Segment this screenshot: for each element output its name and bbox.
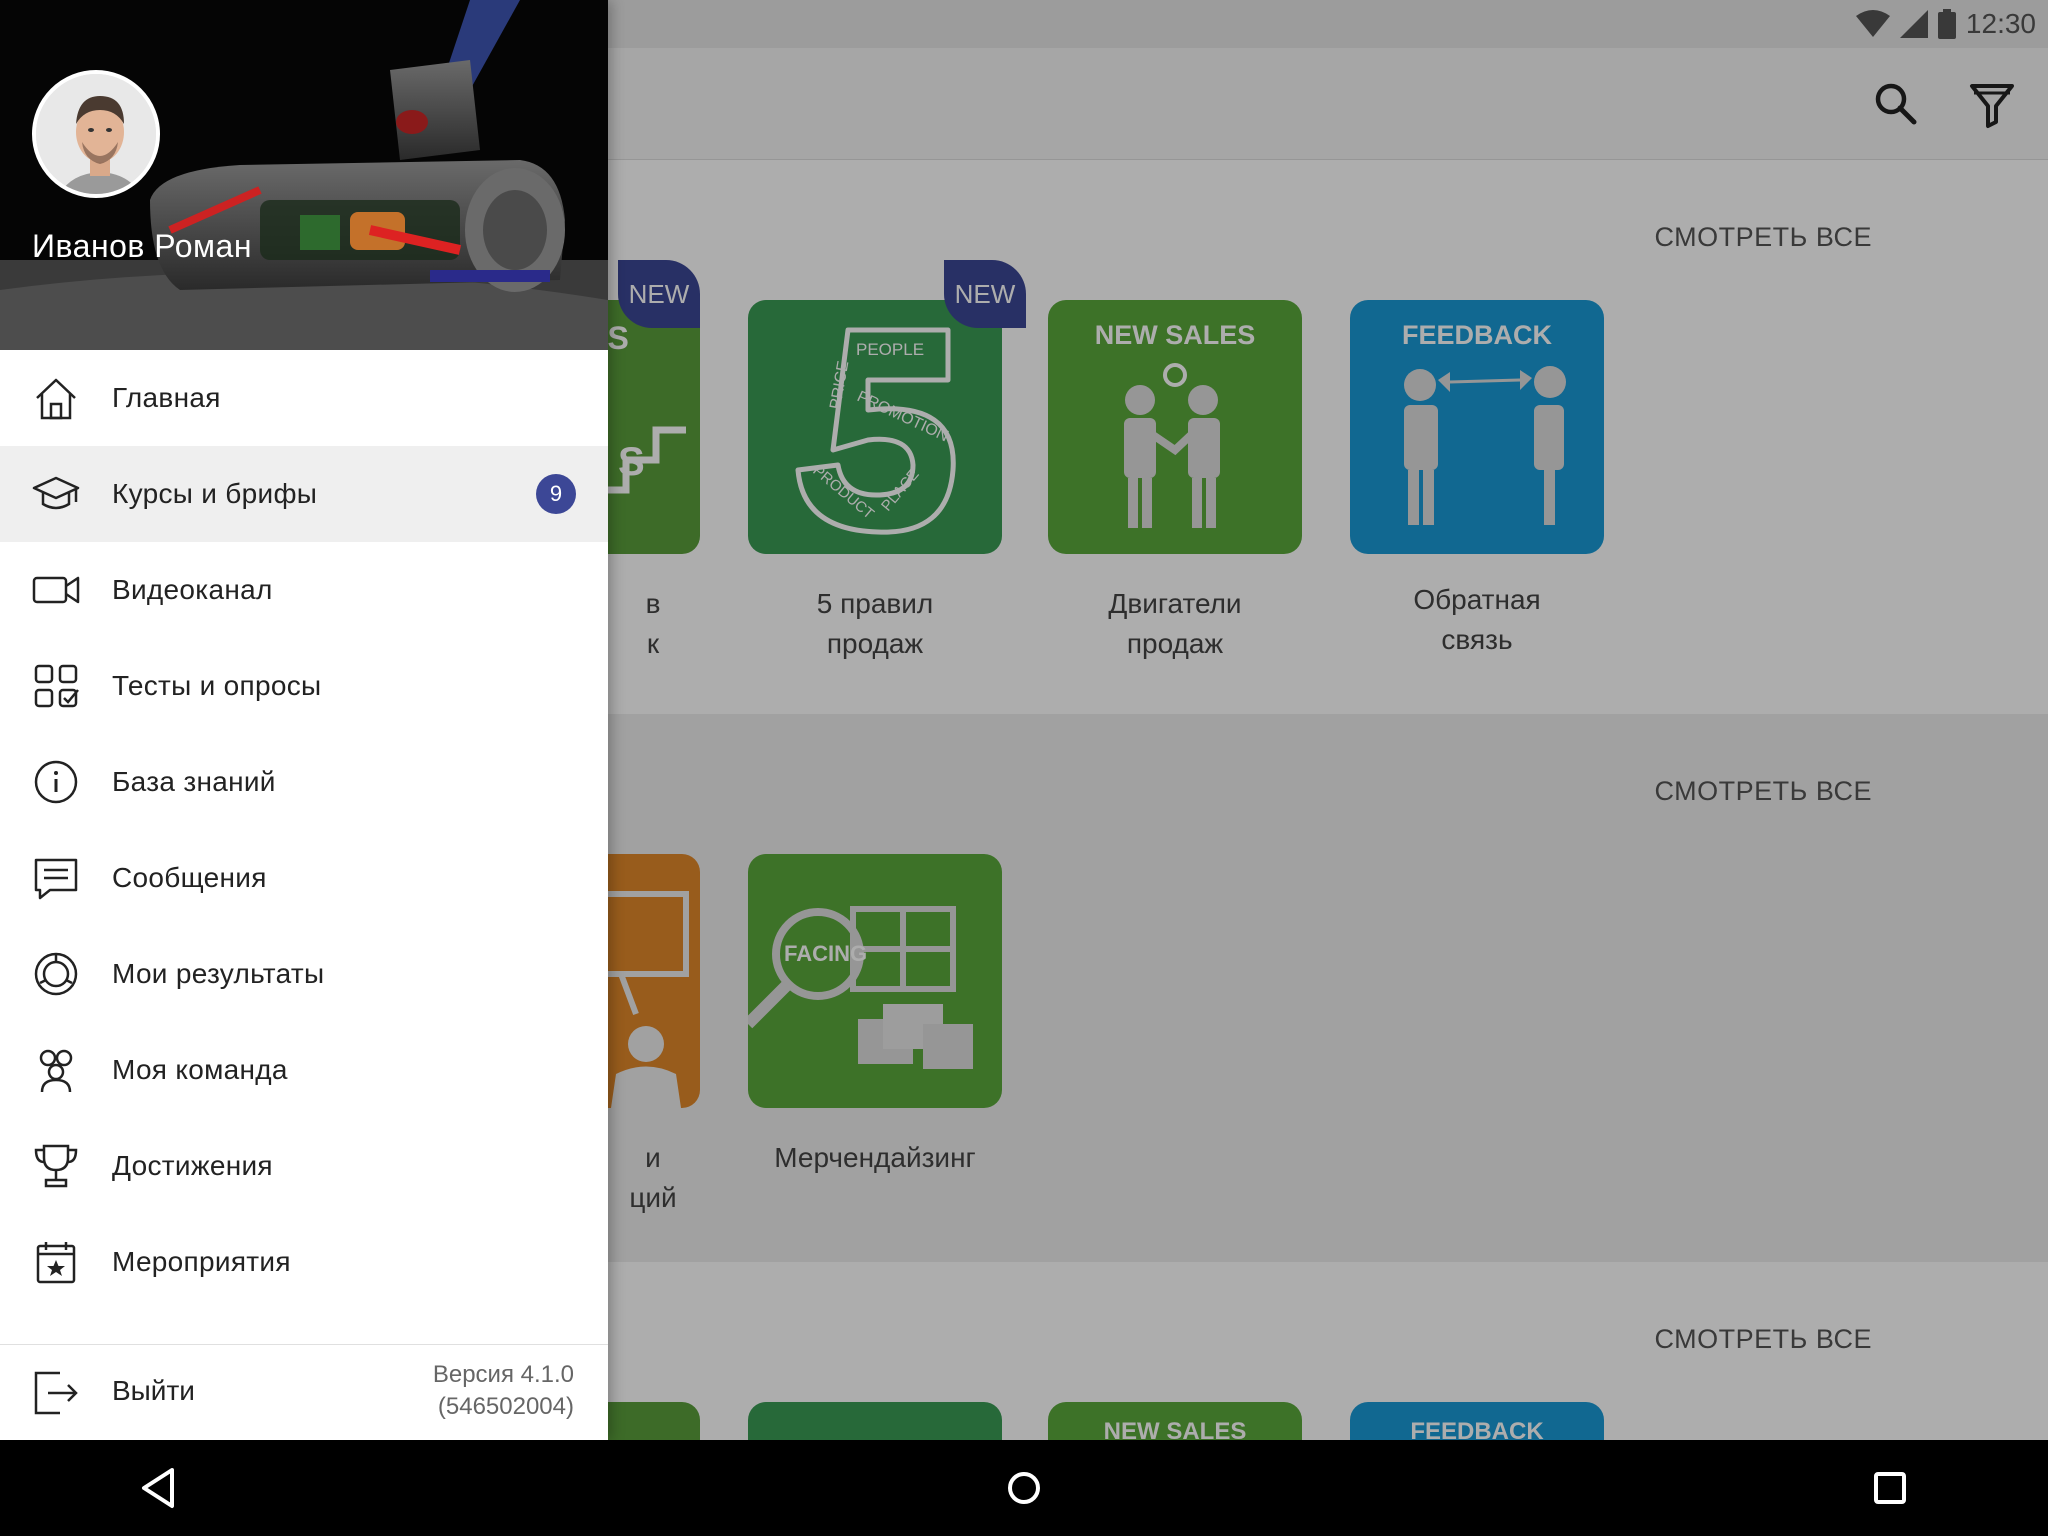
menu-label: Достижения bbox=[112, 1150, 273, 1181]
info-icon bbox=[34, 760, 78, 804]
home-button-icon[interactable] bbox=[1000, 1464, 1048, 1512]
menu-item-events[interactable]: Мероприятия bbox=[0, 1214, 608, 1310]
menu-label: Мои результаты bbox=[112, 958, 325, 989]
drawer-footer: Выйти Версия 4.1.0 (546502004) bbox=[0, 1344, 608, 1440]
calendar-star-icon bbox=[36, 1242, 76, 1284]
menu-item-home[interactable]: Главная bbox=[0, 350, 608, 446]
menu-item-knowledge-base[interactable]: База знаний bbox=[0, 734, 608, 830]
drawer-header: Иванов Роман bbox=[0, 0, 608, 350]
trophy-icon bbox=[34, 1144, 78, 1188]
back-icon[interactable] bbox=[136, 1464, 184, 1512]
menu-label: Моя команда bbox=[112, 1054, 288, 1085]
menu-label: Мероприятия bbox=[112, 1246, 291, 1277]
team-icon bbox=[39, 1049, 73, 1093]
system-navigation-bar bbox=[0, 1440, 2048, 1536]
menu-item-tests[interactable]: Тесты и опросы bbox=[0, 638, 608, 734]
video-camera-icon bbox=[32, 576, 80, 604]
avatar[interactable] bbox=[32, 70, 160, 198]
user-name: Иванов Роман bbox=[32, 228, 252, 264]
message-icon bbox=[34, 858, 78, 900]
app-version: Версия 4.1.0 (546502004) bbox=[432, 1361, 574, 1420]
navigation-drawer: Иванов Роман Главная Курсы и брифы 9 Вид… bbox=[0, 0, 608, 1440]
results-icon bbox=[34, 952, 78, 996]
menu-item-my-team[interactable]: Моя команда bbox=[0, 1022, 608, 1118]
menu-item-achievements[interactable]: Достижения bbox=[0, 1118, 608, 1214]
tests-grid-icon bbox=[34, 664, 79, 708]
menu-label: Видеоканал bbox=[112, 574, 273, 605]
menu-label: Тесты и опросы bbox=[112, 670, 322, 701]
home-icon bbox=[36, 378, 76, 420]
recent-apps-icon[interactable] bbox=[1866, 1464, 1914, 1512]
drawer-menu: Главная Курсы и брифы 9 Видеоканал Тесты… bbox=[0, 350, 608, 1310]
menu-item-courses[interactable]: Курсы и брифы 9 bbox=[0, 446, 608, 542]
menu-label: База знаний bbox=[112, 766, 276, 797]
logout-button[interactable]: Выйти bbox=[112, 1375, 195, 1407]
menu-item-messages[interactable]: Сообщения bbox=[0, 830, 608, 926]
menu-item-video-channel[interactable]: Видеоканал bbox=[0, 542, 608, 638]
menu-label: Курсы и брифы bbox=[112, 478, 318, 509]
menu-label: Главная bbox=[112, 382, 221, 413]
menu-item-my-results[interactable]: Мои результаты bbox=[0, 926, 608, 1022]
logout-icon[interactable] bbox=[32, 1369, 80, 1417]
menu-label: Сообщения bbox=[112, 862, 267, 893]
courses-count-badge: 9 bbox=[536, 474, 576, 514]
graduation-cap-icon bbox=[32, 476, 80, 510]
